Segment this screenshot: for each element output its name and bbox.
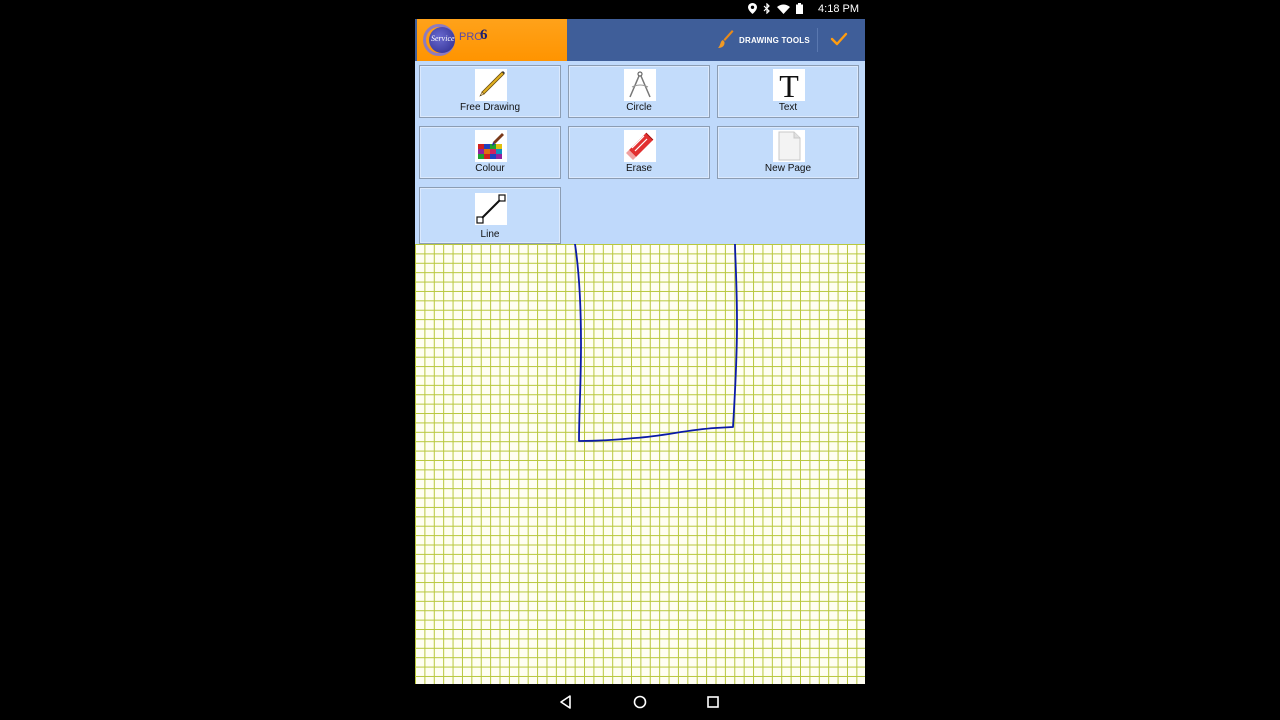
text-button[interactable]: T Text [717,65,859,118]
line-icon [475,193,507,225]
location-icon [748,3,757,14]
eraser-icon [624,130,656,162]
paintbrush-icon [718,30,734,48]
tool-label: Line [480,229,500,240]
erase-button[interactable]: Erase [568,126,710,179]
colour-button[interactable]: Colour [419,126,561,179]
new-page-button[interactable]: New Page [717,126,859,179]
free-drawing-button[interactable]: Free Drawing [419,65,561,118]
recents-icon[interactable] [704,693,722,711]
appbar-divider [817,28,818,52]
svg-text:T: T [779,69,799,101]
tool-label: Erase [625,163,653,174]
tool-label: Free Drawing [459,102,521,113]
home-icon[interactable] [631,693,649,711]
drawing-tools-menu[interactable]: DRAWING TOOLS [717,29,810,51]
drawing-tools-label: DRAWING TOOLS [739,35,810,45]
drawing-canvas[interactable] [415,244,865,684]
blank-page-icon [773,130,805,162]
wifi-icon [777,4,790,14]
logo-version-text: 6 [480,27,488,43]
line-button[interactable]: Line [419,187,561,244]
text-t-icon: T [773,69,805,101]
servicepro-logo: Service PRO 6 [417,19,567,61]
drawing-tools-panel: Free Drawing Circle T Text Colour Erase … [415,61,865,244]
tool-label: Circle [626,102,652,113]
tool-label: Colour [475,163,505,174]
android-nav-bar [415,684,865,720]
freehand-stroke [574,244,738,442]
logo-service-text: Service [431,34,455,43]
palette-icon [475,130,507,162]
tool-label: Text [778,102,798,113]
circle-button[interactable]: Circle [568,65,710,118]
status-time: 4:18 PM [818,3,859,15]
bluetooth-icon [763,3,770,14]
status-bar: 4:18 PM [415,0,865,19]
check-icon[interactable] [825,25,853,53]
back-icon[interactable] [557,693,575,711]
pencil-icon [475,69,507,101]
tablet-screen: 4:18 PM Service PRO 6 DRAWING TOOLS Free… [415,0,865,720]
tool-label: New Page [764,163,812,174]
battery-icon [796,3,803,14]
compass-icon [624,69,656,101]
app-bar: Service PRO 6 DRAWING TOOLS [415,19,865,61]
